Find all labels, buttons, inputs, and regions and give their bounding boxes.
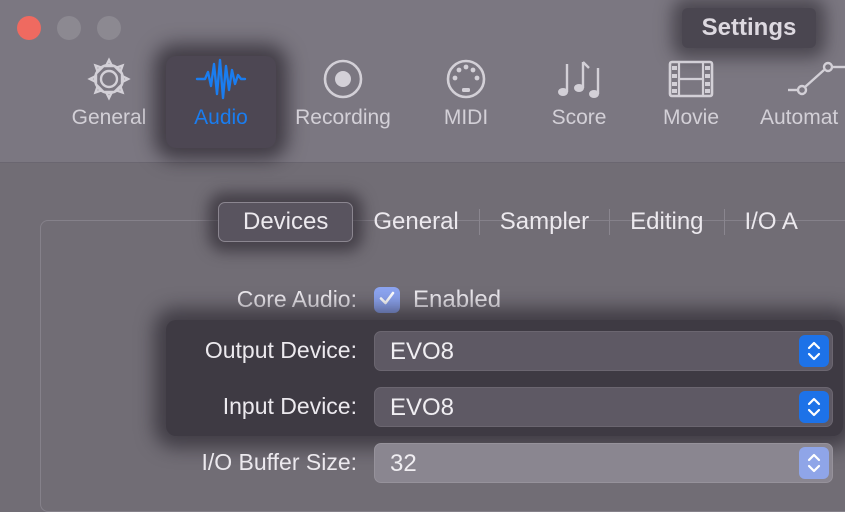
minimize-window-button[interactable] xyxy=(57,16,81,40)
chevron-updown-icon xyxy=(799,447,829,479)
midi-connector-icon xyxy=(443,56,489,102)
chevron-updown-icon xyxy=(799,335,829,367)
io-buffer-size-value: 32 xyxy=(390,450,417,477)
record-icon xyxy=(320,56,366,102)
toolbar-automation[interactable]: Automat xyxy=(758,56,845,148)
io-buffer-size-popup[interactable]: 32 xyxy=(374,443,833,483)
toolbar-label: Score xyxy=(551,106,607,129)
input-device-value: EVO8 xyxy=(390,394,455,421)
close-window-button[interactable] xyxy=(17,16,41,40)
tab-general[interactable]: General xyxy=(353,203,478,241)
toolbar-label: Movie xyxy=(662,106,720,129)
gear-icon xyxy=(86,56,132,102)
toolbar-label: General xyxy=(71,106,147,129)
core-audio-label: Core Audio: xyxy=(236,286,357,312)
input-device-popup[interactable]: EVO8 xyxy=(374,387,833,427)
toolbar-label: MIDI xyxy=(443,106,489,129)
tab-editing[interactable]: Editing xyxy=(610,203,723,241)
core-audio-enabled-checkbox[interactable] xyxy=(374,287,400,313)
window-title: Settings xyxy=(682,8,816,48)
toolbar-movie[interactable]: Movie xyxy=(656,56,726,148)
toolbar-label: Automat xyxy=(760,106,839,129)
toolbar-label: Recording xyxy=(295,106,391,129)
input-device-label: Input Device: xyxy=(222,393,357,419)
output-device-label: Output Device: xyxy=(204,337,357,363)
zoom-window-button[interactable] xyxy=(97,16,121,40)
checkmark-icon xyxy=(377,288,397,313)
output-device-value: EVO8 xyxy=(390,338,455,365)
tab-io-assignments[interactable]: I/O A xyxy=(725,203,818,241)
toolbar-score[interactable]: Score xyxy=(544,56,614,148)
toolbar-label: Audio xyxy=(194,106,248,129)
output-device-popup[interactable]: EVO8 xyxy=(374,331,833,371)
music-notes-icon xyxy=(553,56,605,102)
tab-devices[interactable]: Devices xyxy=(218,202,354,242)
automation-curve-icon xyxy=(788,56,845,102)
title-bar: Settings General Audio Recording MIDI Sc… xyxy=(0,0,845,163)
toolbar-audio[interactable]: Audio xyxy=(166,56,276,148)
io-buffer-size-label: I/O Buffer Size: xyxy=(201,449,357,475)
tab-bar: Devices General Sampler Editing I/O A xyxy=(210,196,818,248)
film-icon xyxy=(666,56,716,102)
waveform-icon xyxy=(195,56,247,102)
tab-sampler[interactable]: Sampler xyxy=(480,203,609,241)
toolbar-recording[interactable]: Recording xyxy=(290,56,396,148)
toolbar-midi[interactable]: MIDI xyxy=(436,56,496,148)
chevron-updown-icon xyxy=(799,391,829,423)
toolbar-general[interactable]: General xyxy=(66,56,152,148)
core-audio-enabled-label: Enabled xyxy=(413,286,502,313)
